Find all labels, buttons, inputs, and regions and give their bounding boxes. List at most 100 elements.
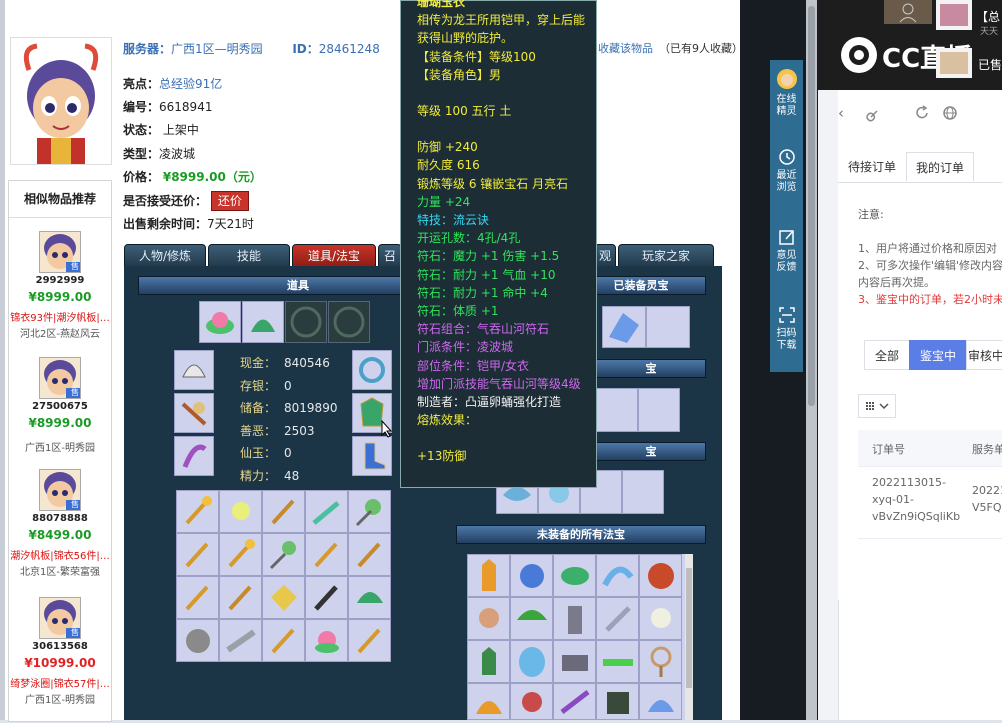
back-icon[interactable]: ‹ [838, 104, 844, 122]
quick-online-elf[interactable]: 在线精灵 [770, 68, 803, 118]
inventory-slot[interactable] [262, 619, 305, 662]
equipped-treasure-slot[interactable] [602, 306, 646, 348]
equip-slot-lotus[interactable] [199, 301, 241, 343]
inventory-slot[interactable] [176, 619, 219, 662]
link-icon[interactable] [866, 106, 882, 125]
tooltip-line: +13防御 [417, 449, 467, 464]
treasure-slot[interactable] [622, 470, 664, 514]
stat-label: 精力： [240, 468, 277, 483]
user-icon[interactable] [884, 0, 932, 24]
treasure-grid-scrollbar[interactable] [685, 554, 693, 720]
remain-row: 出售剩余时间：7天21时 [123, 213, 254, 235]
treasure-item[interactable] [510, 683, 553, 720]
equip-slot-jade[interactable] [242, 301, 284, 343]
inventory-slot[interactable] [262, 533, 305, 576]
view-toggle-button[interactable] [858, 394, 896, 418]
similar-item-avatar[interactable]: 售 [39, 597, 81, 639]
treasure-item[interactable] [553, 640, 596, 683]
status-row: 状态： 上架中 [123, 119, 199, 141]
inventory-slot[interactable] [305, 490, 348, 533]
tab-skills[interactable]: 技能 [208, 244, 290, 268]
bargain-button[interactable]: 还价 [210, 191, 249, 211]
inventory-slot[interactable] [305, 533, 348, 576]
treasure-item[interactable] [639, 640, 682, 683]
similar-item-avatar[interactable]: 售 [39, 357, 81, 399]
treasure-item[interactable] [553, 554, 596, 597]
treasure-item[interactable] [467, 554, 510, 597]
tab-my-orders[interactable]: 我的订单 [906, 152, 974, 182]
stream-thumbnail[interactable] [936, 48, 972, 78]
treasure-item[interactable] [510, 554, 553, 597]
equip-slot-ring[interactable] [352, 350, 392, 390]
tab-summon[interactable]: 召 [378, 244, 402, 268]
favorite-link[interactable]: 收藏该物品 （已有9人收藏） [598, 38, 743, 60]
equip-slot-weapon[interactable] [174, 436, 214, 476]
treasure-item[interactable] [467, 683, 510, 720]
inventory-slot[interactable] [262, 490, 305, 533]
treasure-item[interactable] [510, 640, 553, 683]
treasure-item[interactable] [596, 683, 639, 720]
treasure-item[interactable] [639, 683, 682, 720]
globe-icon[interactable] [942, 105, 958, 124]
similar-item[interactable]: 售 88078888 ¥8499.00 潮汐帆板|锦衣56件|… 北京1区-繁荣… [9, 469, 111, 587]
inventory-slot[interactable] [176, 490, 219, 533]
tab-appearance[interactable]: 观 [594, 244, 616, 268]
inventory-slot[interactable] [176, 533, 219, 576]
similar-item[interactable]: 售 27500675 ¥8999.00 广西1区-明秀园 [9, 357, 111, 475]
equip-slot-empty[interactable] [328, 301, 370, 343]
filter-reviewing[interactable]: 审核中 [966, 340, 1002, 370]
treasure-slot[interactable] [638, 388, 680, 432]
inventory-slot[interactable] [348, 576, 391, 619]
inventory-slot[interactable] [219, 490, 262, 533]
treasure-item[interactable] [510, 597, 553, 640]
scrollbar-thumb[interactable] [686, 568, 692, 688]
similar-item[interactable]: 售 30613568 ¥10999.00 绮梦泳圈|锦衣57件|… 广西1区-明… [9, 597, 111, 715]
treasure-item[interactable] [467, 640, 510, 683]
treasure-item[interactable] [596, 640, 639, 683]
thumb-title[interactable]: 【总 [976, 8, 1000, 25]
inventory-slot[interactable] [219, 576, 262, 619]
treasure-item[interactable] [553, 683, 596, 720]
highlight-value[interactable]: 总经验91亿 [159, 77, 222, 91]
refresh-icon[interactable] [914, 105, 930, 124]
equip-slot-empty[interactable] [285, 301, 327, 343]
treasure-item[interactable] [639, 554, 682, 597]
quick-recent[interactable]: 最近浏览 [770, 148, 803, 194]
inventory-slot[interactable] [262, 576, 305, 619]
treasure-item[interactable] [639, 597, 682, 640]
treasure-slot[interactable] [596, 388, 638, 432]
equip-slot-boots[interactable] [352, 436, 392, 476]
thumb-title[interactable]: 已售 [978, 56, 1002, 73]
inventory-slot[interactable] [305, 576, 348, 619]
similar-item[interactable]: 售 2992999 ¥8999.00 锦衣93件|潮汐帆板|… 河北2区-燕赵风… [9, 231, 111, 349]
scrollbar-thumb[interactable] [808, 6, 815, 406]
inventory-slot[interactable] [348, 619, 391, 662]
equipped-treasure-slot[interactable] [646, 306, 690, 348]
treasure-item[interactable] [596, 597, 639, 640]
treasure-item[interactable] [553, 597, 596, 640]
table-row[interactable]: 2022113015- xyq-01- vBvZn9iQSqliKb 20221… [858, 466, 1002, 539]
similar-item-avatar[interactable]: 售 [39, 469, 81, 511]
inventory-slot[interactable] [348, 490, 391, 533]
inventory-slot[interactable] [176, 576, 219, 619]
tab-items-treasure[interactable]: 道具/法宝 [292, 244, 376, 268]
favorite-link-text[interactable]: 收藏该物品 [598, 42, 653, 55]
tab-character[interactable]: 人物/修炼 [124, 244, 206, 268]
inventory-slot[interactable] [305, 619, 348, 662]
filter-all[interactable]: 全部 [864, 340, 910, 370]
similar-item-avatar[interactable]: 售 [39, 231, 81, 273]
inventory-slot[interactable] [219, 619, 262, 662]
equip-slot-necklace[interactable] [174, 393, 214, 433]
quick-scan-download[interactable]: 扫码下载 [770, 306, 803, 352]
stream-thumbnail[interactable] [936, 0, 972, 30]
tab-player-home[interactable]: 玩家之家 [618, 244, 714, 268]
inventory-slot[interactable] [348, 533, 391, 576]
tab-pending-orders[interactable]: 待接订单 [838, 152, 906, 182]
quick-feedback[interactable]: 意见反馈 [770, 228, 803, 274]
treasure-item[interactable] [596, 554, 639, 597]
inventory-slot[interactable] [219, 533, 262, 576]
equip-slot-helmet[interactable] [174, 350, 214, 390]
left-window-scrollbar[interactable] [806, 0, 817, 720]
treasure-item[interactable] [467, 597, 510, 640]
filter-appraising[interactable]: 鉴宝中 [909, 340, 967, 370]
